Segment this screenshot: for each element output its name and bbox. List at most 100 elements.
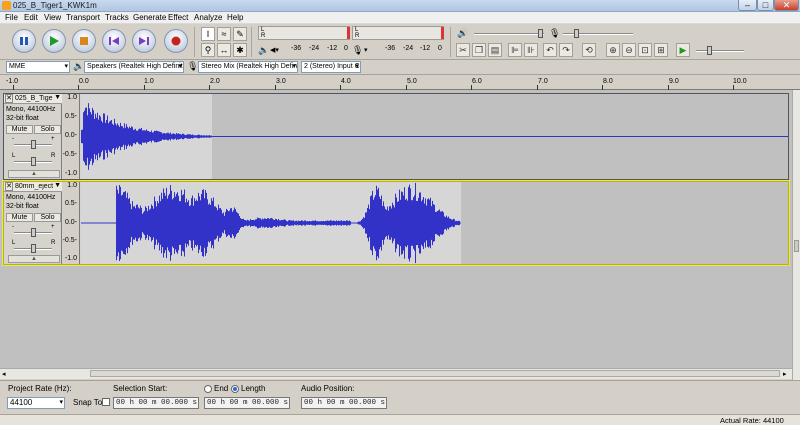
close-track-icon[interactable]: ✕ bbox=[5, 182, 13, 191]
zoom-out-icon: ⊖ bbox=[625, 45, 633, 55]
envelope-tool[interactable]: ≈ bbox=[217, 27, 231, 41]
multi-tool[interactable]: ✱ bbox=[233, 43, 247, 57]
skip-to-start-button[interactable] bbox=[102, 29, 126, 53]
record-button[interactable] bbox=[164, 29, 188, 53]
snap-to-checkbox[interactable] bbox=[102, 398, 110, 406]
waveform-area[interactable] bbox=[81, 182, 788, 264]
vertical-scroll-thumb[interactable] bbox=[794, 240, 799, 252]
track-name-button[interactable]: ✕ 80mm_eject ▼ bbox=[4, 182, 62, 192]
zoom-out-button[interactable]: ⊖ bbox=[622, 43, 636, 57]
draw-tool[interactable]: ✎ bbox=[233, 27, 247, 41]
fit-project-button[interactable]: ⊞ bbox=[654, 43, 668, 57]
audio-track-1[interactable]: ✕ 025_B_Tige ▼ Mono, 44100Hz 32-bit floa… bbox=[3, 93, 789, 180]
tracks-area[interactable]: ✕ 025_B_Tige ▼ Mono, 44100Hz 32-bit floa… bbox=[0, 90, 792, 368]
close-button[interactable]: ✕ bbox=[774, 0, 799, 11]
menu-analyze[interactable]: Analyze bbox=[194, 13, 222, 22]
play-button[interactable] bbox=[42, 29, 66, 53]
clip-indicator bbox=[441, 27, 444, 39]
copy-button[interactable]: ❐ bbox=[472, 43, 486, 57]
collapse-track-button[interactable]: ▲ bbox=[8, 255, 60, 263]
selection-start-time[interactable]: 00 h 00 m 00.000 s bbox=[113, 397, 199, 409]
horizontal-scrollbar[interactable]: ◂ ▸ bbox=[0, 368, 792, 379]
redo-button[interactable]: ↷ bbox=[559, 43, 573, 57]
play-speed-slider[interactable] bbox=[696, 50, 744, 52]
stop-button[interactable] bbox=[72, 29, 96, 53]
time-shift-tool[interactable]: ↔ bbox=[217, 43, 231, 57]
waveform-area[interactable] bbox=[81, 94, 788, 179]
pause-button[interactable] bbox=[12, 29, 36, 53]
record-meter-dropdown[interactable]: ▾ bbox=[364, 46, 368, 54]
vertical-scale[interactable]: 1.0 0.5- 0.0- -0.5- -1.0 bbox=[63, 182, 80, 264]
selection-end-time[interactable]: 00 h 00 m 00.000 s bbox=[204, 397, 290, 409]
mute-button[interactable]: Mute bbox=[6, 125, 33, 134]
snap-to-label: Snap To bbox=[73, 398, 103, 407]
vertical-scale[interactable]: 1.0 0.5- 0.0- -0.5- -1.0 bbox=[63, 94, 80, 179]
cut-button[interactable]: ✂ bbox=[456, 43, 470, 57]
end-radio[interactable] bbox=[204, 385, 212, 393]
menu-effect[interactable]: Effect bbox=[168, 13, 188, 22]
pan-thumb[interactable] bbox=[31, 244, 36, 253]
audio-host-select[interactable]: MME bbox=[6, 61, 70, 73]
title-bar: 025_B_Tiger1_KWK1m – □ ✕ bbox=[0, 0, 800, 12]
microphone-icon[interactable]: 🎙 bbox=[352, 45, 363, 56]
maximize-button[interactable]: □ bbox=[757, 0, 774, 11]
fit-selection-button[interactable]: ⊡ bbox=[638, 43, 652, 57]
play-speed-thumb[interactable] bbox=[707, 46, 712, 55]
silence-button[interactable]: ⊪ bbox=[524, 43, 538, 57]
gain-plus-label: + bbox=[51, 224, 55, 230]
undo-button[interactable]: ↶ bbox=[543, 43, 557, 57]
menu-file[interactable]: File bbox=[5, 13, 18, 22]
sync-lock-button[interactable]: ⟲ bbox=[582, 43, 596, 57]
horizontal-scroll-thumb[interactable] bbox=[90, 370, 780, 377]
output-volume-slider[interactable] bbox=[474, 33, 544, 35]
toolbar-separator bbox=[194, 27, 195, 57]
gain-thumb[interactable] bbox=[31, 228, 36, 237]
input-device-select[interactable]: Stereo Mix (Realtek High Defini bbox=[198, 61, 298, 73]
trim-button[interactable]: ⊫ bbox=[508, 43, 522, 57]
asterisk-icon: ✱ bbox=[236, 45, 244, 55]
input-volume-thumb[interactable] bbox=[574, 29, 579, 38]
zoom-in-button[interactable]: ⊕ bbox=[606, 43, 620, 57]
pan-right-label: R bbox=[51, 153, 56, 159]
selection-tool[interactable]: I bbox=[201, 27, 215, 41]
scroll-right-icon[interactable]: ▸ bbox=[783, 370, 787, 378]
playback-meter[interactable]: L R bbox=[258, 26, 350, 40]
scale-label: 1.0 bbox=[67, 182, 77, 189]
play-at-speed-button[interactable]: ▶ bbox=[676, 43, 690, 57]
audio-track-2[interactable]: ✕ 80mm_eject ▼ Mono, 44100Hz 32-bit floa… bbox=[3, 181, 789, 265]
mute-button[interactable]: Mute bbox=[6, 213, 33, 222]
zoom-tool[interactable]: ⚲ bbox=[201, 43, 215, 57]
menu-help[interactable]: Help bbox=[227, 13, 243, 22]
length-label: Length bbox=[241, 384, 266, 393]
menu-tracks[interactable]: Tracks bbox=[105, 13, 129, 22]
skip-to-end-button[interactable] bbox=[132, 29, 156, 53]
track-name-button[interactable]: ✕ 025_B_Tige ▼ bbox=[4, 94, 62, 104]
solo-button[interactable]: Solo bbox=[34, 125, 61, 134]
collapse-track-button[interactable]: ▲ bbox=[8, 170, 60, 178]
menu-transport[interactable]: Transport bbox=[66, 13, 100, 22]
output-device-select[interactable]: Speakers (Realtek High Definit bbox=[84, 61, 184, 73]
vertical-scrollbar[interactable] bbox=[792, 90, 800, 380]
timeline-ruler[interactable]: -1.0 0.0 1.0 2.0 3.0 4.0 5.0 6.0 7.0 8.0… bbox=[0, 75, 800, 90]
playback-meter-dropdown[interactable]: ◀▾ bbox=[270, 46, 279, 54]
gain-minus-label: - bbox=[12, 136, 14, 142]
speaker-icon[interactable]: 🔈 bbox=[258, 45, 269, 56]
audio-position-time[interactable]: 00 h 00 m 00.000 s bbox=[301, 397, 387, 409]
paste-button[interactable]: ▤ bbox=[488, 43, 502, 57]
clip-indicator bbox=[347, 27, 350, 39]
pan-thumb[interactable] bbox=[31, 157, 36, 166]
project-rate-select[interactable]: 44100 bbox=[7, 397, 65, 409]
menu-edit[interactable]: Edit bbox=[24, 13, 38, 22]
solo-button[interactable]: Solo bbox=[34, 213, 61, 222]
close-track-icon[interactable]: ✕ bbox=[5, 94, 13, 103]
output-volume-thumb[interactable] bbox=[538, 29, 543, 38]
menu-view[interactable]: View bbox=[44, 13, 61, 22]
paste-icon: ▤ bbox=[490, 45, 500, 55]
length-radio[interactable] bbox=[231, 385, 239, 393]
minimize-button[interactable]: – bbox=[738, 0, 757, 11]
gain-thumb[interactable] bbox=[31, 140, 36, 149]
record-meter[interactable]: L R bbox=[352, 26, 444, 40]
scroll-left-icon[interactable]: ◂ bbox=[2, 370, 6, 378]
input-channels-select[interactable]: 2 (Stereo) Input C bbox=[301, 61, 361, 73]
menu-generate[interactable]: Generate bbox=[133, 13, 166, 22]
